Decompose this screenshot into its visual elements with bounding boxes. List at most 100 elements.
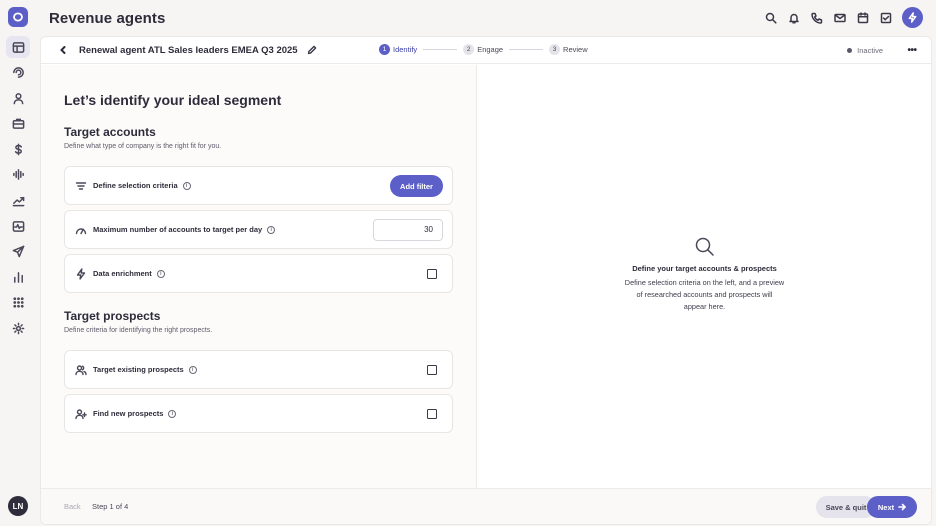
max-accounts-label: Maximum number of accounts to target per… bbox=[93, 225, 263, 234]
rail-item-dollar[interactable] bbox=[6, 138, 30, 160]
new-prospects-row: Find new prospects i bbox=[64, 394, 453, 433]
step-number: 1 bbox=[379, 44, 390, 55]
rail-item-bar-chart[interactable] bbox=[6, 266, 30, 288]
user-avatar[interactable]: LN bbox=[8, 496, 28, 516]
rail-item-waveform[interactable] bbox=[6, 164, 30, 186]
step-connector bbox=[509, 49, 544, 50]
top-actions bbox=[756, 7, 923, 28]
back-arrow-button[interactable] bbox=[55, 42, 71, 58]
target-accounts-description: Define what type of company is the right… bbox=[64, 143, 222, 150]
empty-state-title: Define your target accounts & prospects bbox=[632, 264, 777, 273]
person-add-icon bbox=[74, 407, 88, 421]
info-icon[interactable]: i bbox=[156, 269, 165, 278]
phone-icon bbox=[811, 12, 823, 24]
segment-form: Let’s identify your ideal segment Target… bbox=[41, 65, 477, 488]
status-label: Inactive bbox=[857, 46, 883, 55]
dollar-icon bbox=[14, 143, 22, 156]
phone-button[interactable] bbox=[809, 10, 825, 26]
trend-chart-icon bbox=[12, 197, 24, 207]
logo-icon bbox=[13, 12, 23, 22]
left-rail: LN bbox=[0, 0, 36, 526]
existing-prospects-checkbox[interactable] bbox=[427, 365, 437, 375]
rail-item-layout[interactable] bbox=[6, 36, 30, 58]
settings-gear-icon bbox=[12, 322, 24, 335]
layout-icon bbox=[12, 41, 24, 53]
step-engage[interactable]: 2 Engage bbox=[463, 44, 503, 55]
people-icon bbox=[74, 363, 88, 377]
step-number: 2 bbox=[463, 44, 475, 55]
bar-chart-icon bbox=[13, 271, 23, 283]
tasks-icon bbox=[880, 12, 892, 23]
status-badge: Inactive bbox=[847, 46, 883, 55]
empty-state-description: Define selection criteria on the left, a… bbox=[624, 278, 785, 311]
max-accounts-input[interactable]: 30 bbox=[373, 219, 443, 241]
existing-prospects-label: Target existing prospects bbox=[93, 365, 184, 374]
more-options-button[interactable]: ••• bbox=[905, 43, 919, 57]
search-icon bbox=[765, 12, 777, 24]
max-accounts-row: Maximum number of accounts to target per… bbox=[64, 210, 453, 249]
info-icon[interactable]: i bbox=[267, 225, 276, 234]
bolt-outline-icon bbox=[74, 267, 88, 281]
pulse-monitor-icon bbox=[12, 220, 24, 232]
new-prospects-checkbox[interactable] bbox=[427, 409, 437, 419]
preview-pane: Define your target accounts & prospects … bbox=[478, 65, 931, 488]
notifications-button[interactable] bbox=[786, 10, 802, 26]
calendar-icon bbox=[857, 11, 869, 23]
rail-item-settings[interactable] bbox=[6, 318, 30, 340]
edit-name-button[interactable] bbox=[307, 44, 319, 56]
target-prospects-title: Target prospects bbox=[64, 309, 161, 323]
mail-icon bbox=[834, 13, 846, 22]
step-label: Engage bbox=[477, 45, 504, 54]
rail-item-pulse[interactable] bbox=[6, 215, 30, 237]
data-enrichment-checkbox[interactable] bbox=[427, 269, 437, 279]
target-accounts-title: Target accounts bbox=[64, 125, 156, 139]
info-icon[interactable]: i bbox=[182, 181, 191, 190]
bolt-icon bbox=[908, 12, 917, 23]
data-enrichment-label: Data enrichment bbox=[93, 269, 152, 278]
selection-criteria-label: Define selection criteria bbox=[93, 181, 178, 190]
step-label: Review bbox=[563, 45, 588, 54]
agent-name: Renewal agent ATL Sales leaders EMEA Q3 … bbox=[79, 44, 298, 56]
gauge-icon bbox=[74, 223, 88, 237]
tasks-button[interactable] bbox=[878, 10, 894, 26]
rail-item-spiral[interactable] bbox=[6, 62, 30, 84]
briefcase-icon bbox=[12, 118, 24, 130]
agent-subheader: Renewal agent ATL Sales leaders EMEA Q3 … bbox=[41, 37, 931, 64]
rail-item-send[interactable] bbox=[6, 241, 30, 263]
send-icon bbox=[12, 245, 24, 258]
spiral-icon bbox=[12, 67, 24, 78]
arrow-right-icon bbox=[898, 503, 906, 511]
grid-apps-icon bbox=[12, 297, 24, 309]
quick-actions-button[interactable] bbox=[902, 7, 923, 28]
rail-nav bbox=[6, 36, 30, 343]
stepper: 1 Identify 2 Engage 3 Review bbox=[379, 44, 588, 55]
next-label: Next bbox=[877, 502, 895, 512]
chevron-left-icon bbox=[60, 46, 66, 54]
rail-item-apps[interactable] bbox=[6, 292, 30, 314]
calendar-button[interactable] bbox=[855, 10, 871, 26]
target-prospects-description: Define criteria for identifying the righ… bbox=[64, 327, 213, 334]
next-button[interactable]: Next bbox=[867, 496, 917, 518]
app-logo[interactable] bbox=[8, 7, 28, 27]
agent-setup-card: Renewal agent ATL Sales leaders EMEA Q3 … bbox=[40, 36, 932, 525]
wizard-footer: Back Step 1 of 4 Save & quit Next bbox=[41, 488, 931, 524]
add-filter-button[interactable]: Add filter bbox=[390, 175, 443, 197]
rail-item-person[interactable] bbox=[6, 87, 30, 109]
search-button[interactable] bbox=[763, 10, 779, 26]
info-icon[interactable]: i bbox=[168, 409, 177, 418]
step-identify[interactable]: 1 Identify bbox=[379, 44, 417, 55]
data-enrichment-row: Data enrichment i bbox=[64, 254, 453, 293]
rail-item-trend[interactable] bbox=[6, 190, 30, 212]
filter-lines-icon bbox=[74, 179, 88, 193]
bell-icon bbox=[789, 13, 799, 24]
step-review[interactable]: 3 Review bbox=[549, 44, 588, 55]
info-icon[interactable]: i bbox=[188, 365, 197, 374]
waveform-icon bbox=[12, 169, 24, 181]
new-prospects-label: Find new prospects bbox=[93, 409, 164, 418]
rail-item-briefcase[interactable] bbox=[6, 113, 30, 135]
top-bar: Revenue agents bbox=[36, 0, 936, 36]
mail-button[interactable] bbox=[832, 10, 848, 26]
selection-criteria-row: Define selection criteria i Add filter bbox=[64, 166, 453, 205]
pencil-icon bbox=[307, 45, 316, 55]
back-button[interactable]: Back bbox=[64, 502, 81, 511]
